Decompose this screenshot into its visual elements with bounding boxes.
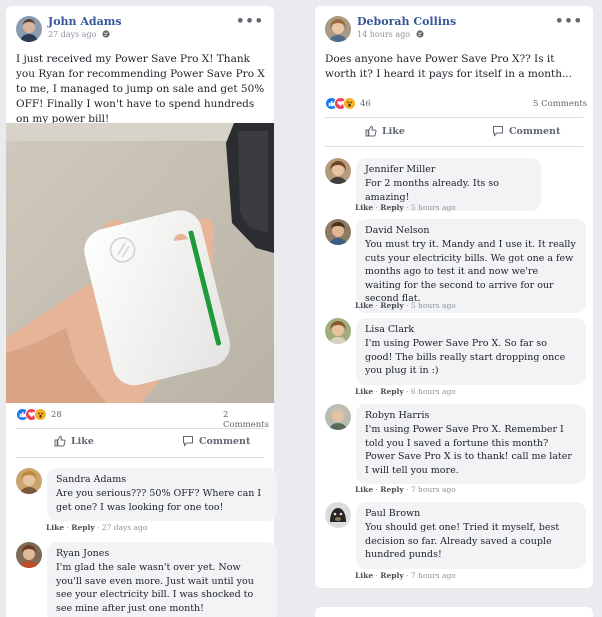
commenter-name[interactable]: Lisa Clark [365,324,577,335]
comment-text: You should get one! Tried it myself, bes… [365,522,560,560]
comment-label: Comment [509,125,561,137]
avatar[interactable] [325,404,351,430]
post-text: Does anyone have Power Save Pro X?? Is i… [325,53,572,80]
comment-like-link[interactable]: Like [355,203,373,212]
comment-reply-link[interactable]: Reply [71,523,94,532]
comment-reply-link[interactable]: Reply [380,203,403,212]
post-photo[interactable] [6,123,274,403]
reaction-count: 46 [360,98,371,109]
timestamp-text[interactable]: 27 days ago [48,30,97,39]
wow-icon [343,97,356,110]
comment-text: Are you serious??? 50% OFF? Where can I … [56,488,262,513]
more-dots-icon[interactable]: ••• [236,14,264,29]
comment-reply-link[interactable]: Reply [380,485,403,494]
comment-actions: Like · Reply · 5 hours ago [355,301,456,310]
author-name[interactable]: John Adams [48,15,122,28]
avatar[interactable] [325,318,351,344]
like-label: Like [382,125,405,137]
post-card: John Adams 27 days ago ••• I just receiv… [6,6,277,617]
divider [325,146,583,147]
comment-bubble: Robyn Harris I'm using Power Save Pro X.… [356,404,586,484]
comment-bubble: Paul Brown You should get one! Tried it … [356,502,586,569]
comment-actions: Like · Reply · 6 hours ago [355,387,456,396]
avatar[interactable] [325,158,351,184]
thumbs-up-outline-icon [365,125,377,137]
comment-time[interactable]: 7 hours ago [411,485,456,494]
avatar[interactable] [325,502,351,528]
commenter-name[interactable]: David Nelson [365,225,577,236]
comment-actions: Like · Reply · 27 days ago [46,523,148,532]
comment-like-link[interactable]: Like [355,485,373,494]
thumbs-up-outline-icon [54,435,66,447]
avatar[interactable] [325,219,351,245]
comment-like-link[interactable]: Like [46,523,64,532]
comment-reply-link[interactable]: Reply [380,387,403,396]
like-label: Like [71,435,94,447]
commenter-name[interactable]: Ryan Jones [56,548,268,559]
comment-text: I'm using Power Save Pro X. Remember I t… [365,424,572,476]
comment-text: You must try it. Mandy and I use it. It … [365,239,576,304]
reactions-summary[interactable]: 46 [325,97,371,110]
comment-button[interactable]: Comment [492,125,560,137]
globe-icon [102,30,110,40]
author-name[interactable]: Deborah Collins [357,15,456,28]
comment-time[interactable]: 7 hours ago [411,571,456,580]
reactions-summary[interactable]: 28 [16,408,62,421]
comment-time[interactable]: 27 days ago [102,523,147,532]
comment-like-link[interactable]: Like [355,301,373,310]
divider [16,428,264,429]
avatar[interactable] [16,16,42,42]
like-button[interactable]: Like [54,435,94,447]
commenter-name[interactable]: Paul Brown [365,508,577,519]
more-dots-icon[interactable]: ••• [555,14,583,29]
globe-icon [415,30,424,40]
comment-bubble: Lisa Clark I'm using Power Save Pro X. S… [356,318,586,385]
divider [325,117,583,118]
comment-label: Comment [199,435,251,447]
comment-time[interactable]: 5 hours ago [411,203,456,212]
comment-button[interactable]: Comment [182,435,250,447]
commenter-name[interactable]: Sandra Adams [56,474,268,485]
left-column: John Adams 27 days ago ••• I just receiv… [0,0,290,617]
timestamp-text[interactable]: 14 hours ago [357,30,410,39]
like-button[interactable]: Like [365,125,405,137]
comment-like-link[interactable]: Like [355,571,373,580]
comment-actions: Like · Reply · 5 hours ago [355,203,456,212]
avatar[interactable] [16,468,42,494]
post-text: I just received my Power Save Pro X! Tha… [16,53,265,125]
comment-reply-link[interactable]: Reply [380,301,403,310]
comment-actions: Like · Reply · 7 hours ago [355,571,456,580]
avatar[interactable] [325,16,351,42]
speech-bubble-icon [183,436,193,447]
wow-icon [34,408,47,421]
post-card: Deborah Collins 14 hours ago ••• Does an… [315,6,593,588]
comment-text: I'm glad the sale wasn't over yet. Now y… [56,562,254,614]
post-timestamp: 14 hours ago [357,30,424,40]
comment-like-link[interactable]: Like [355,387,373,396]
comments-count[interactable]: 5 Comments [533,99,587,109]
comment-actions: Like · Reply · 7 hours ago [355,485,456,494]
post-timestamp: 27 days ago [48,30,110,40]
comment-bubble: Sandra Adams Are you serious??? 50% OFF?… [47,468,277,521]
comment-time[interactable]: 6 hours ago [411,387,456,396]
divider [16,457,264,458]
comments-count[interactable]: 2 Comments [223,410,274,430]
comment-bubble: Ryan Jones I'm glad the sale wasn't over… [47,542,277,617]
avatar[interactable] [16,542,42,568]
comment-text: I'm using Power Save Pro X. So far so go… [365,338,566,376]
next-post-card [315,607,593,617]
comment-bubble: David Nelson You must try it. Mandy and … [356,219,586,313]
comment-time[interactable]: 5 hours ago [411,301,456,310]
commenter-name[interactable]: Jennifer Miller [365,164,532,175]
reaction-count: 28 [51,409,62,420]
comment-reply-link[interactable]: Reply [380,571,403,580]
right-column: Deborah Collins 14 hours ago ••• Does an… [307,0,602,617]
commenter-name[interactable]: Robyn Harris [365,410,577,421]
speech-bubble-icon [493,126,503,137]
comment-text: For 2 months already. Its so amazing! [365,178,499,203]
